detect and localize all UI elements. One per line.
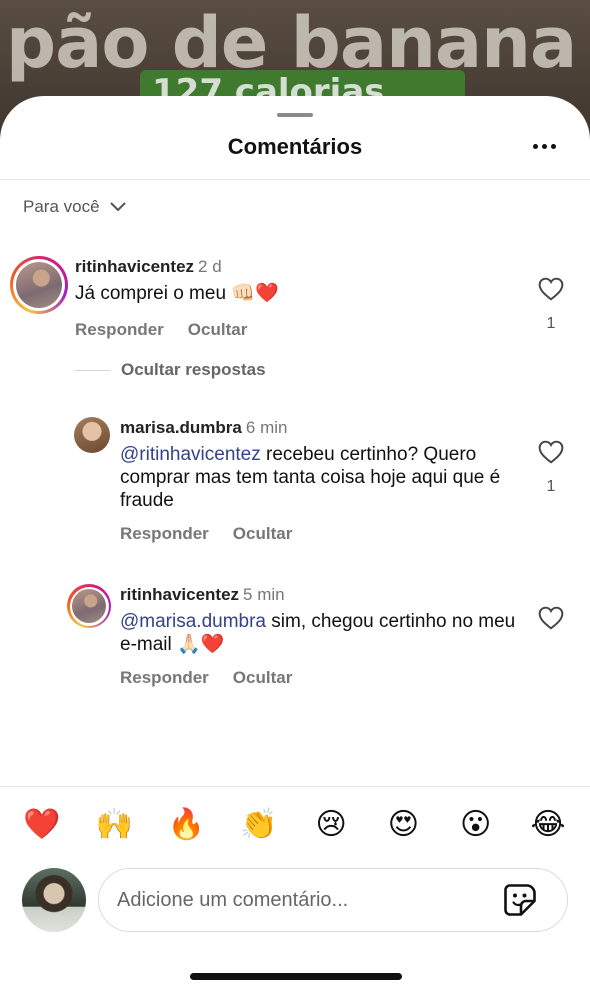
like-heart-icon[interactable] bbox=[538, 277, 564, 301]
filter-label: Para você bbox=[23, 197, 100, 216]
like-count: 1 bbox=[546, 478, 556, 495]
comment-username[interactable]: marisa.dumbra bbox=[120, 418, 242, 437]
comment-timestamp: 2 d bbox=[198, 257, 222, 276]
comment-text: Já comprei o meu 👊🏻❤️ bbox=[75, 283, 279, 304]
hide-replies-button[interactable]: Ocultar respostas bbox=[75, 360, 266, 380]
comment-timestamp: 5 min bbox=[243, 585, 285, 604]
current-user-avatar bbox=[22, 868, 86, 932]
comment-input[interactable] bbox=[117, 869, 497, 931]
comment-composer bbox=[98, 868, 568, 932]
reaction-clap[interactable]: 👏 bbox=[240, 806, 277, 842]
avatar[interactable] bbox=[10, 256, 68, 314]
avatar[interactable] bbox=[74, 417, 110, 453]
comment-username[interactable]: ritinhavicentez bbox=[75, 257, 194, 276]
comment-text: @marisa.dumbra sim, chegou certinho no m… bbox=[120, 611, 516, 655]
reaction-fire[interactable]: 🔥 bbox=[168, 806, 205, 842]
header-divider bbox=[0, 179, 590, 180]
avatar[interactable] bbox=[67, 584, 111, 628]
reply-button[interactable]: Responder bbox=[120, 524, 209, 544]
comment-timestamp: 6 min bbox=[245, 418, 288, 437]
comment-text: @ritinhavicentez recebeu certinho? Quero… bbox=[120, 444, 501, 511]
sort-filter-dropdown[interactable]: Para você bbox=[23, 197, 126, 217]
reaction-heart-eyes[interactable]: 😍 bbox=[385, 806, 421, 842]
composer-divider bbox=[0, 786, 590, 787]
sheet-title: Comentários bbox=[227, 134, 363, 159]
chevron-down-icon bbox=[110, 202, 126, 211]
more-horizontal-icon bbox=[532, 143, 538, 149]
reaction-raising-hands[interactable]: 🙌 bbox=[96, 806, 133, 842]
home-indicator[interactable] bbox=[190, 973, 402, 980]
reaction-surprised[interactable]: 😮 bbox=[458, 806, 494, 842]
mention-link[interactable]: @ritinhavicentez bbox=[120, 444, 261, 465]
sticker-icon[interactable] bbox=[503, 883, 537, 917]
hide-button[interactable]: Ocultar bbox=[188, 320, 248, 340]
mention-link[interactable]: @marisa.dumbra bbox=[120, 611, 266, 632]
comments-sheet: Comentários Para você ritinhavicentez 2 d… bbox=[0, 96, 590, 990]
sheet-grabber[interactable] bbox=[277, 113, 313, 117]
like-heart-icon[interactable] bbox=[538, 440, 564, 464]
hide-replies-label: Ocultar respostas bbox=[121, 360, 266, 379]
hide-button[interactable]: Ocultar bbox=[233, 668, 293, 688]
more-options-button[interactable] bbox=[526, 132, 562, 160]
hide-button[interactable]: Ocultar bbox=[233, 524, 293, 544]
quick-reactions-bar: ❤️ 🙌 🔥 👏 😢 😍 😮 😂 bbox=[0, 806, 590, 848]
reaction-heart[interactable]: ❤️ bbox=[23, 806, 60, 842]
like-heart-icon[interactable] bbox=[538, 606, 564, 630]
comment-username[interactable]: ritinhavicentez bbox=[120, 585, 239, 604]
reaction-laughing[interactable]: 😂 bbox=[530, 806, 566, 842]
reply-button[interactable]: Responder bbox=[120, 668, 209, 688]
like-count: 1 bbox=[546, 315, 556, 332]
reaction-crying[interactable]: 😢 bbox=[313, 806, 349, 842]
reply-button[interactable]: Responder bbox=[75, 320, 164, 340]
